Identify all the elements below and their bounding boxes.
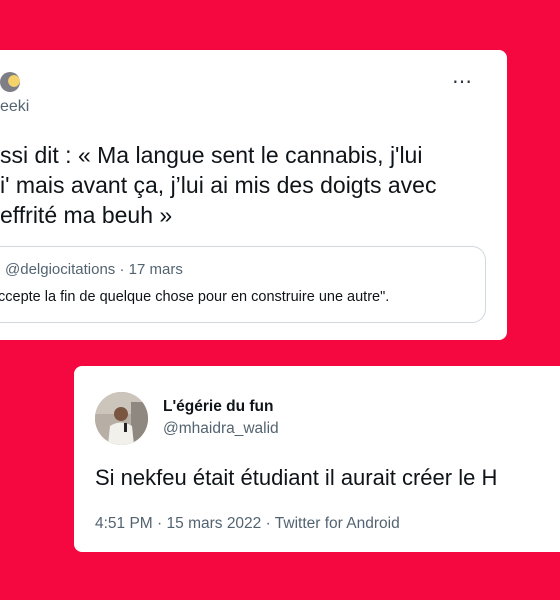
separator: · [261, 515, 275, 532]
tweet-date[interactable]: 15 mars 2022 [167, 515, 262, 532]
tweet-text: ssi dit : « Ma langue sent le cannabis, … [0, 140, 500, 230]
separator: · [115, 261, 129, 278]
avatar-photo-icon [95, 392, 148, 445]
quoted-tweet-text: ccepte la fin de quelque chose pour en c… [0, 289, 390, 305]
avatar[interactable] [0, 72, 20, 92]
tweet-card-1[interactable]: eeki ⋯ ssi dit : « Ma langue sent le can… [0, 50, 507, 340]
quoted-author-handle[interactable]: @delgiocitations [5, 261, 115, 278]
tweet-time[interactable]: 4:51 PM [95, 515, 153, 532]
tweet-text-line: i' mais avant ça, j’lui ai mis des doigt… [0, 172, 437, 198]
quoted-tweet[interactable]: @delgiocitations · 17 mars ccepte la fin… [0, 246, 486, 323]
avatar[interactable] [95, 392, 148, 445]
quoted-tweet-header: @delgiocitations · 17 mars [5, 261, 183, 278]
author-handle[interactable]: @mhaidra_walid [163, 420, 279, 438]
tweet-card-2[interactable]: L'égérie du fun @mhaidra_walid Si nekfeu… [74, 366, 560, 552]
tweet-source[interactable]: Twitter for Android [275, 515, 400, 532]
quoted-tweet-date[interactable]: 17 mars [129, 261, 183, 278]
tweet-text-line: effrité ma beuh » [0, 202, 173, 228]
separator: · [152, 515, 167, 532]
more-options-icon[interactable]: ⋯ [452, 72, 473, 92]
tweet-text-line: ssi dit : « Ma langue sent le cannabis, … [0, 142, 423, 168]
author-handle[interactable]: eeki [0, 98, 29, 116]
tweet-metadata: 4:51 PM · 15 mars 2022 · Twitter for And… [95, 515, 400, 533]
display-name[interactable]: L'égérie du fun [163, 398, 273, 416]
tweet-text: Si nekfeu était étudiant il aurait créer… [95, 465, 498, 490]
